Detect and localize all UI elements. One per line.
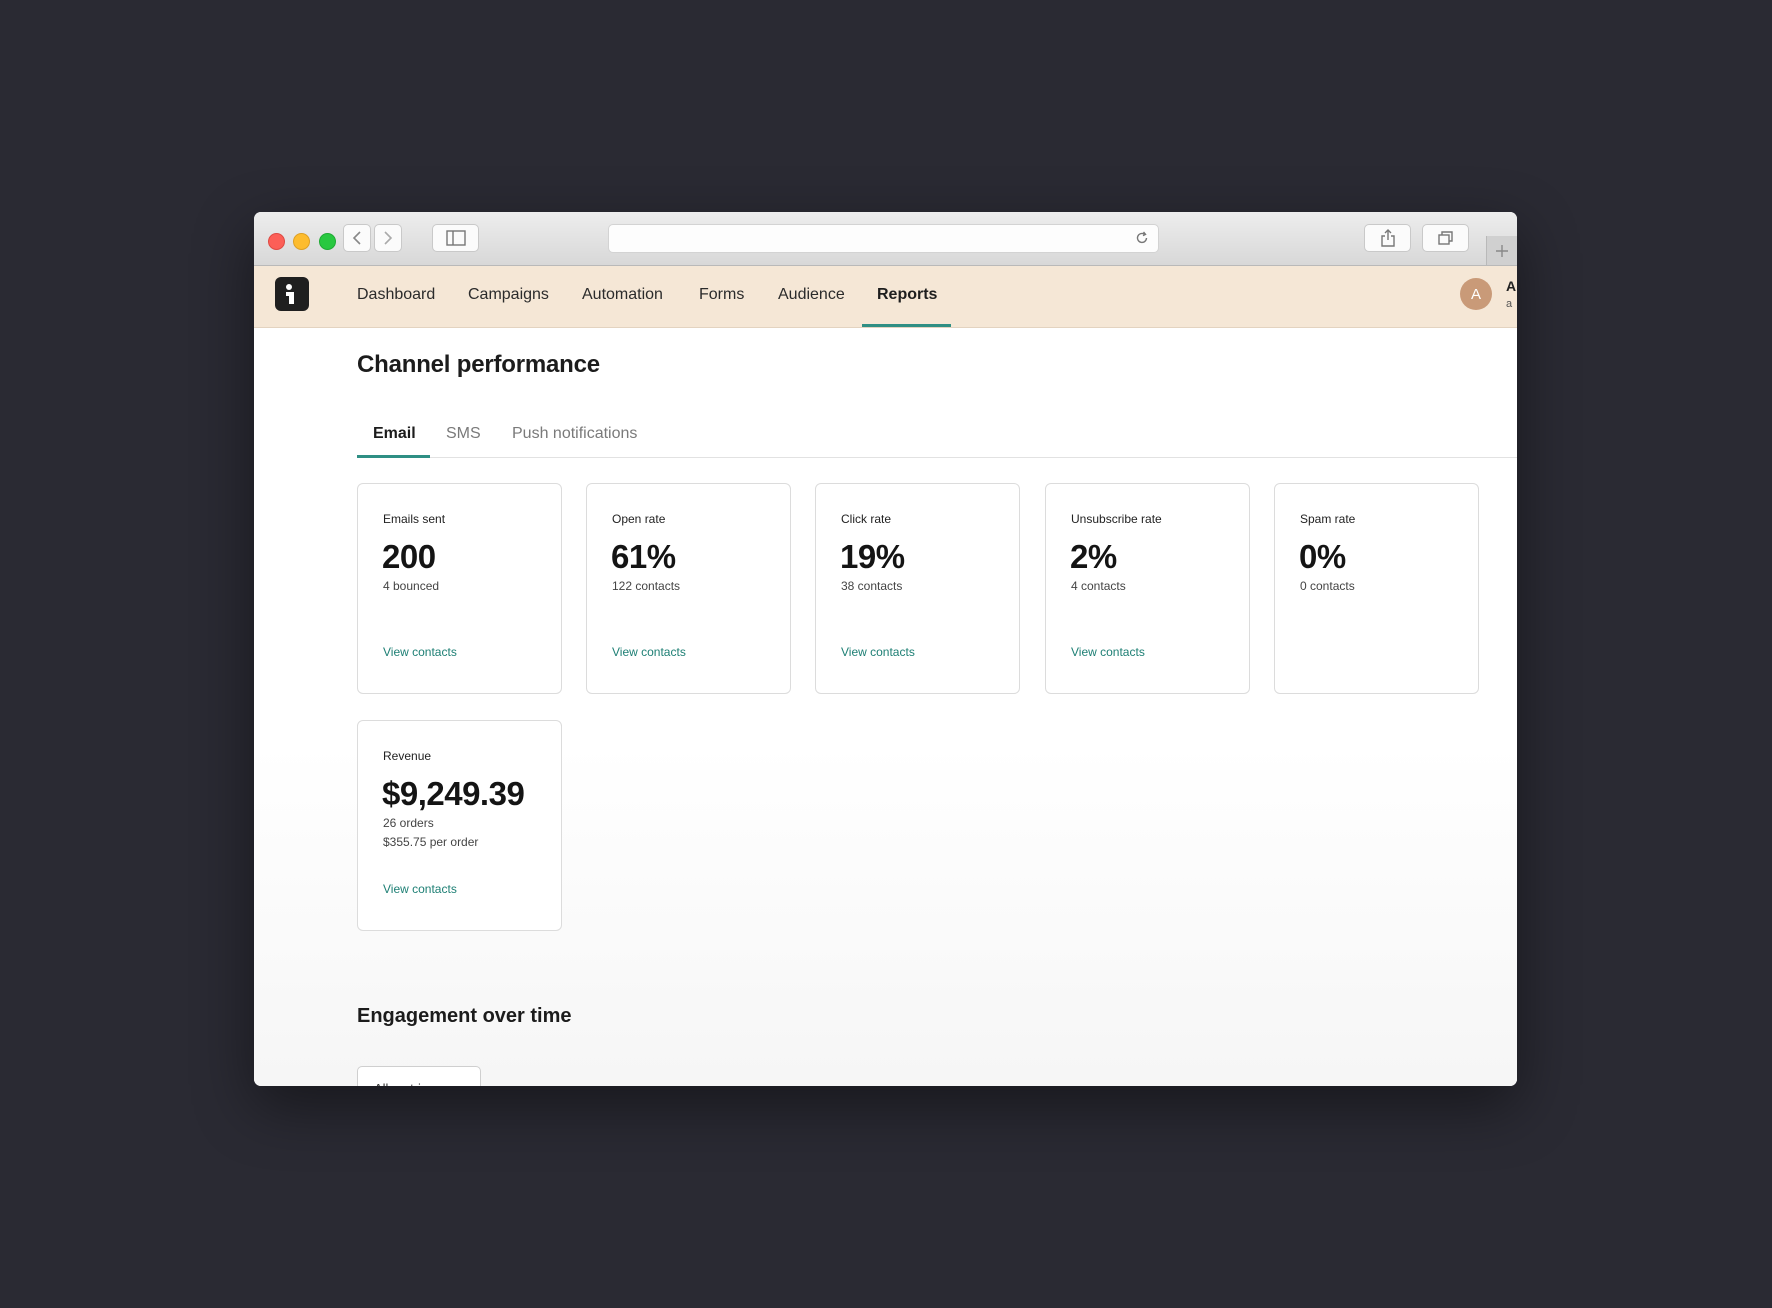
reload-icon[interactable] [1134, 230, 1150, 246]
card-value: 61% [611, 538, 676, 575]
user-account: a [1506, 298, 1513, 310]
forward-button[interactable] [374, 224, 402, 252]
page-title: Channel performance [357, 351, 600, 378]
app-navbar: Dashboard Campaigns Automation Forms Aud… [254, 266, 1517, 328]
stat-card-emails-sent: Emails sent 200 4 bounced View contacts [357, 483, 562, 694]
zoom-window-button[interactable] [319, 233, 336, 250]
nav-item-campaigns[interactable]: Campaigns [468, 286, 549, 304]
nav-item-reports[interactable]: Reports [877, 286, 937, 304]
user-avatar[interactable]: A [1460, 278, 1492, 310]
card-label: Click rate [841, 512, 892, 526]
tab-push-notifications[interactable]: Push notifications [512, 425, 637, 443]
card-subtext: 26 orders [383, 816, 434, 830]
tabs-overview-button[interactable] [1422, 224, 1469, 252]
tabs-icon [1437, 231, 1453, 245]
card-label: Revenue [383, 749, 432, 763]
view-contacts-link[interactable]: View contacts [1071, 645, 1145, 659]
nav-item-forms[interactable]: Forms [699, 286, 744, 304]
nav-item-automation[interactable]: Automation [582, 286, 663, 304]
chevron-right-icon [384, 231, 393, 245]
new-tab-button[interactable] [1486, 236, 1517, 265]
view-contacts-link[interactable]: View contacts [383, 882, 457, 896]
stat-card-open-rate: Open rate 61% 122 contacts View contacts [586, 483, 791, 694]
stat-card-click-rate: Click rate 19% 38 contacts View contacts [815, 483, 1020, 694]
view-contacts-link[interactable]: View contacts [841, 645, 915, 659]
sidebar-icon [445, 230, 466, 246]
browser-window: Dashboard Campaigns Automation Forms Aud… [254, 212, 1517, 1086]
nav-item-dashboard[interactable]: Dashboard [357, 286, 435, 304]
card-subtext: 4 contacts [1071, 579, 1126, 593]
metrics-dropdown[interactable]: All metrics [357, 1066, 481, 1086]
card-value: 200 [382, 538, 436, 575]
address-bar[interactable] [608, 224, 1159, 253]
card-subtext: 38 contacts [841, 579, 903, 593]
sidebar-toggle-button[interactable] [432, 224, 479, 252]
card-value: 19% [840, 538, 905, 575]
active-nav-indicator [862, 324, 951, 327]
card-subtext: 122 contacts [612, 579, 681, 593]
brand-logo[interactable] [275, 277, 309, 311]
card-subtext: 4 bounced [383, 579, 440, 593]
card-label: Spam rate [1300, 512, 1356, 526]
tab-email[interactable]: Email [373, 425, 416, 443]
card-label: Open rate [612, 512, 666, 526]
card-label: Unsubscribe rate [1071, 512, 1162, 526]
nav-item-audience[interactable]: Audience [778, 286, 845, 304]
stat-card-unsubscribe-rate: Unsubscribe rate 2% 4 contacts View cont… [1045, 483, 1250, 694]
close-window-button[interactable] [268, 233, 285, 250]
back-button[interactable] [343, 224, 371, 252]
minimize-window-button[interactable] [293, 233, 310, 250]
card-subtext: 0 contacts [1300, 579, 1355, 593]
view-contacts-link[interactable]: View contacts [383, 645, 457, 659]
plus-icon [1496, 244, 1508, 257]
stat-card-revenue: Revenue $9,249.39 26 orders $355.75 per … [357, 720, 562, 931]
user-name[interactable]: A [1506, 278, 1516, 294]
share-button[interactable] [1364, 224, 1411, 252]
active-tab-indicator [357, 455, 430, 458]
main-content: Channel performance Email SMS Push notif… [254, 328, 1517, 1086]
browser-toolbar [254, 212, 1517, 266]
card-value: 0% [1299, 538, 1346, 575]
view-contacts-link[interactable]: View contacts [612, 645, 686, 659]
tabs-divider [357, 457, 1517, 458]
tab-sms[interactable]: SMS [446, 425, 481, 443]
chevron-left-icon [352, 231, 361, 245]
engagement-section-title: Engagement over time [357, 1005, 572, 1027]
card-label: Emails sent [383, 512, 446, 526]
share-icon [1380, 229, 1395, 247]
card-value: $9,249.39 [382, 775, 525, 812]
logo-icon [286, 284, 294, 304]
card-subtext-secondary: $355.75 per order [383, 835, 479, 849]
stat-card-spam-rate: Spam rate 0% 0 contacts [1274, 483, 1479, 694]
card-value: 2% [1070, 538, 1117, 575]
